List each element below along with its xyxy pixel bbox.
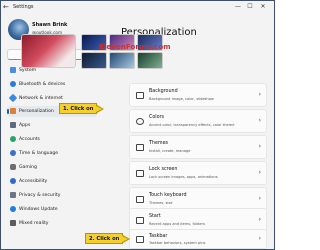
title-bar: ← Settings — ☐ ✕ bbox=[1, 1, 274, 15]
sidebar-item-label: Gaming bbox=[19, 165, 37, 170]
sidebar-item-time-language[interactable]: Time & language bbox=[7, 148, 97, 159]
callout-step-2: 2. Click on bbox=[85, 233, 131, 244]
watermark: ElevenForum.com bbox=[99, 43, 171, 51]
shield-icon bbox=[10, 192, 16, 198]
card-description: Themes, size bbox=[149, 201, 173, 205]
globe-icon bbox=[10, 150, 16, 156]
start-icon bbox=[136, 217, 144, 224]
sidebar-item-label: Bluetooth & devices bbox=[19, 82, 66, 87]
card-description: Lock screen images, apps, animations bbox=[149, 175, 218, 179]
sidebar-item-windows-update[interactable]: Windows Update bbox=[7, 204, 97, 215]
sidebar-item-label: Network & internet bbox=[19, 96, 63, 101]
taskbar-icon bbox=[136, 236, 144, 243]
chevron-right-icon: › bbox=[258, 216, 261, 223]
user-name: Shawn Brink bbox=[32, 22, 68, 28]
chevron-right-icon: › bbox=[258, 117, 261, 124]
card-description: Accent color, transparency effects, colo… bbox=[149, 123, 235, 127]
chevron-right-icon: › bbox=[258, 235, 261, 242]
theme-thumbnail[interactable] bbox=[137, 52, 163, 69]
sidebar-item-label: Time & language bbox=[19, 151, 59, 156]
chevron-right-icon: › bbox=[258, 169, 261, 176]
system-icon bbox=[10, 67, 16, 73]
sidebar-item-bluetooth[interactable]: Bluetooth & devices bbox=[7, 79, 97, 90]
sidebar-item-accessibility[interactable]: Accessibility bbox=[7, 176, 97, 187]
sidebar-item-label: Personalization bbox=[19, 109, 54, 114]
callout-step-1: 1. Click on bbox=[59, 103, 105, 114]
sidebar-item-apps[interactable]: Apps bbox=[7, 120, 97, 131]
minimize-button[interactable]: — bbox=[233, 3, 243, 10]
back-arrow-icon[interactable]: ← bbox=[3, 3, 9, 11]
card-description: Install, create, manage bbox=[149, 149, 191, 153]
lock-screen-icon bbox=[136, 170, 144, 177]
bluetooth-icon bbox=[10, 81, 16, 87]
card-title: Colors bbox=[149, 115, 165, 120]
sidebar-item-mixed-reality[interactable]: Mixed reality bbox=[7, 218, 97, 229]
headset-icon bbox=[10, 220, 16, 226]
sidebar-item-label: Apps bbox=[19, 123, 31, 128]
themes-icon bbox=[136, 144, 144, 151]
card-description: Recent apps and items, folders bbox=[149, 222, 205, 226]
maximize-button[interactable]: ☐ bbox=[245, 3, 255, 10]
keyboard-icon bbox=[136, 196, 144, 203]
card-taskbar[interactable]: Taskbar Taskbar behaviors, system pins › bbox=[129, 229, 267, 249]
theme-thumbnail[interactable] bbox=[81, 52, 107, 69]
card-title: Background bbox=[149, 89, 178, 94]
sidebar-item-accounts[interactable]: Accounts bbox=[7, 134, 97, 145]
sidebar-item-privacy[interactable]: Privacy & security bbox=[7, 190, 97, 201]
card-title: Taskbar bbox=[149, 234, 168, 239]
card-description: Taskbar behaviors, system pins bbox=[149, 241, 206, 245]
apps-icon bbox=[10, 122, 16, 128]
card-description: Background image, color, slideshow bbox=[149, 97, 214, 101]
network-icon bbox=[8, 93, 18, 103]
sidebar-item-label: System bbox=[19, 68, 37, 73]
update-icon bbox=[10, 206, 16, 212]
image-icon bbox=[136, 92, 144, 99]
brush-icon bbox=[10, 108, 16, 114]
card-background[interactable]: Background Background image, color, slid… bbox=[129, 83, 267, 107]
sidebar-item-gaming[interactable]: Gaming bbox=[7, 162, 97, 173]
sidebar-item-label: Windows Update bbox=[19, 207, 58, 212]
theme-thumbnail[interactable] bbox=[109, 52, 135, 69]
card-title: Start bbox=[149, 214, 161, 219]
card-themes[interactable]: Themes Install, create, manage › bbox=[129, 135, 267, 159]
accessibility-icon bbox=[10, 178, 16, 184]
card-colors[interactable]: Colors Accent color, transparency effect… bbox=[129, 109, 267, 133]
card-title: Lock screen bbox=[149, 167, 178, 172]
palette-icon bbox=[136, 118, 144, 125]
sidebar-item-label: Mixed reality bbox=[19, 221, 49, 226]
gamepad-icon bbox=[10, 164, 16, 170]
sidebar-item-label: Accounts bbox=[19, 137, 40, 142]
current-theme-preview bbox=[21, 34, 76, 68]
settings-window: ← Settings — ☐ ✕ Shawn Brink @outlook.co… bbox=[0, 0, 275, 250]
sidebar-item-label: Privacy & security bbox=[19, 193, 61, 198]
window-title: Settings bbox=[13, 4, 34, 10]
chevron-right-icon: › bbox=[258, 143, 261, 150]
chevron-right-icon: › bbox=[258, 195, 261, 202]
card-lock-screen[interactable]: Lock screen Lock screen images, apps, an… bbox=[129, 161, 267, 185]
chevron-right-icon: › bbox=[258, 91, 261, 98]
card-title: Touch keyboard bbox=[149, 193, 187, 198]
accounts-icon bbox=[10, 136, 16, 142]
card-title: Themes bbox=[149, 141, 169, 146]
sidebar-item-label: Accessibility bbox=[19, 179, 48, 184]
close-button[interactable]: ✕ bbox=[258, 3, 268, 10]
